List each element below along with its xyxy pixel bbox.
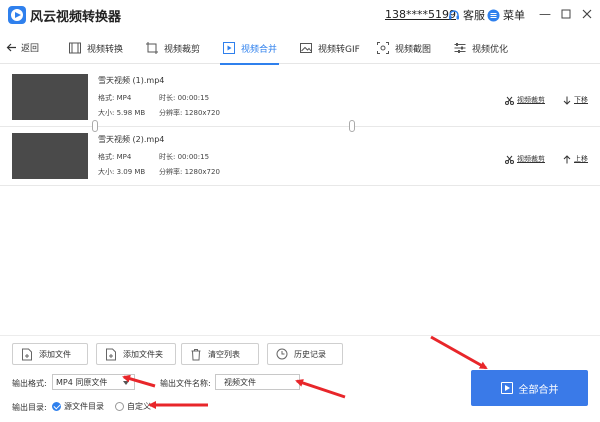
scissors-icon [505, 96, 514, 105]
tab-label: 视频转换 [87, 44, 124, 55]
back-label: 返回 [21, 44, 40, 54]
feature-tab-bar: 返回 视频转换 视频裁剪 视频合并 视频转GIF 视频截图 视频优化 [0, 32, 600, 65]
back-arrow-icon [6, 43, 16, 52]
trash-icon [191, 348, 201, 360]
video-thumbnail [12, 74, 88, 120]
account-link[interactable]: 138****5199 [385, 8, 456, 21]
close-button[interactable] [578, 5, 596, 23]
file-name: 雪天视频 (1).mp4 [98, 76, 165, 85]
tab-video-convert[interactable]: 视频转换 [68, 32, 123, 64]
file-duration: 时长: 00:00:15 [159, 153, 210, 161]
radio-unchecked-icon [115, 402, 124, 411]
file-format: 格式: MP4 [98, 94, 132, 102]
tab-video-merge[interactable]: 视频合并 [219, 32, 280, 65]
menu-label: 菜单 [503, 9, 525, 22]
headset-icon [449, 10, 459, 20]
tab-label: 视频截图 [395, 44, 432, 55]
arrow-up-icon [563, 154, 571, 163]
file-resolution: 分辨率: 1280x720 [159, 168, 220, 176]
file-name: 雪天视频 (2).mp4 [98, 135, 165, 144]
crop-video-link[interactable]: 视频裁剪 [505, 154, 545, 164]
menu-icon [487, 9, 500, 21]
radio-source-dir[interactable]: 源文件目录 [52, 401, 104, 412]
add-folder-icon [106, 348, 116, 360]
minimize-icon: — [539, 7, 551, 21]
file-format: 格式: MP4 [98, 153, 132, 161]
row-divider [0, 185, 600, 186]
arrow-down-icon [563, 96, 571, 105]
app-title: 风云视频转换器 [30, 10, 122, 25]
image-icon [300, 43, 312, 53]
film-icon [69, 42, 81, 54]
service-label: 客服 [463, 9, 485, 22]
radio-custom-label: 自定义 [127, 402, 151, 411]
crop-video-link[interactable]: 视频裁剪 [505, 95, 545, 105]
row-divider [0, 126, 600, 127]
scissors-icon [505, 155, 514, 164]
merge-all-button[interactable]: 全部合并 [471, 370, 588, 406]
chevron-down-icon [123, 381, 129, 385]
output-name-label: 输出文件名称: [160, 379, 211, 388]
tab-label: 视频合并 [241, 44, 278, 55]
clear-list-label: 清空列表 [208, 349, 240, 359]
video-thumbnail [12, 133, 88, 179]
tab-video-to-gif[interactable]: 视频转GIF [299, 32, 360, 64]
add-file-button[interactable]: 添加文件 [12, 343, 88, 365]
title-bar: 风云视频转换器 138****5199 客服 菜单 — [0, 0, 600, 30]
tab-video-screenshot[interactable]: 视频截图 [376, 32, 431, 64]
crop-video-label: 视频裁剪 [517, 96, 545, 104]
tab-label: 视频优化 [472, 44, 509, 55]
file-list: 雪天视频 (1).mp4 格式: MP4 时长: 00:00:15 大小: 5.… [0, 65, 600, 335]
file-size: 大小: 3.09 MB [98, 168, 146, 176]
screenshot-icon [377, 42, 389, 54]
output-format-select[interactable]: MP4 同原文件 [52, 374, 135, 390]
tab-label: 视频转GIF [318, 44, 360, 55]
clock-icon [276, 348, 288, 360]
tab-label: 视频裁剪 [164, 44, 201, 55]
sliders-icon [454, 43, 466, 53]
merge-icon [223, 42, 235, 54]
output-format-label: 输出格式: [12, 379, 47, 388]
clear-list-button[interactable]: 清空列表 [181, 343, 259, 365]
bottom-toolbar: 添加文件 添加文件夹 清空列表 历史记录 输出格式: MP4 同原文件 输出文件… [0, 335, 600, 422]
move-down-label: 下移 [574, 96, 588, 104]
file-row[interactable]: 雪天视频 (1).mp4 格式: MP4 时长: 00:00:15 大小: 5.… [0, 69, 600, 127]
radio-checked-icon [52, 402, 61, 411]
menu-button[interactable]: 菜单 [487, 7, 525, 23]
output-name-input[interactable]: 视频文件 [215, 374, 300, 390]
close-icon [582, 9, 592, 19]
minimize-button[interactable]: — [536, 5, 554, 23]
history-button[interactable]: 历史记录 [267, 343, 343, 365]
add-file-icon [22, 348, 32, 360]
crop-video-label: 视频裁剪 [517, 155, 545, 163]
file-duration: 时长: 00:00:15 [159, 94, 210, 102]
app-logo-icon [8, 6, 26, 24]
maximize-button[interactable] [557, 5, 575, 23]
history-label: 历史记录 [294, 349, 326, 359]
file-resolution: 分辨率: 1280x720 [159, 109, 220, 117]
play-icon [500, 382, 513, 394]
merge-all-label: 全部合并 [518, 384, 559, 396]
add-folder-label: 添加文件夹 [123, 349, 163, 359]
output-format-value: MP4 同原文件 [56, 377, 108, 387]
file-size: 大小: 5.98 MB [98, 109, 146, 117]
move-up-label: 上移 [574, 155, 588, 163]
service-button[interactable]: 客服 [448, 7, 485, 23]
move-down-link[interactable]: 下移 [563, 95, 588, 105]
tab-video-optimize[interactable]: 视频优化 [453, 32, 508, 64]
output-dir-label: 输出目录: [12, 403, 47, 412]
add-folder-button[interactable]: 添加文件夹 [96, 343, 176, 365]
move-up-link[interactable]: 上移 [563, 154, 588, 164]
crop-icon [146, 42, 158, 54]
tab-video-crop[interactable]: 视频裁剪 [145, 32, 200, 64]
file-row[interactable]: 雪天视频 (2).mp4 格式: MP4 时长: 00:00:15 大小: 3.… [0, 128, 600, 186]
maximize-icon [561, 9, 571, 19]
add-file-label: 添加文件 [39, 349, 71, 359]
radio-custom-dir[interactable]: 自定义 [115, 401, 151, 412]
back-button[interactable]: 返回 [6, 41, 39, 54]
radio-source-label: 源文件目录 [64, 402, 104, 411]
output-name-value: 视频文件 [224, 377, 256, 387]
